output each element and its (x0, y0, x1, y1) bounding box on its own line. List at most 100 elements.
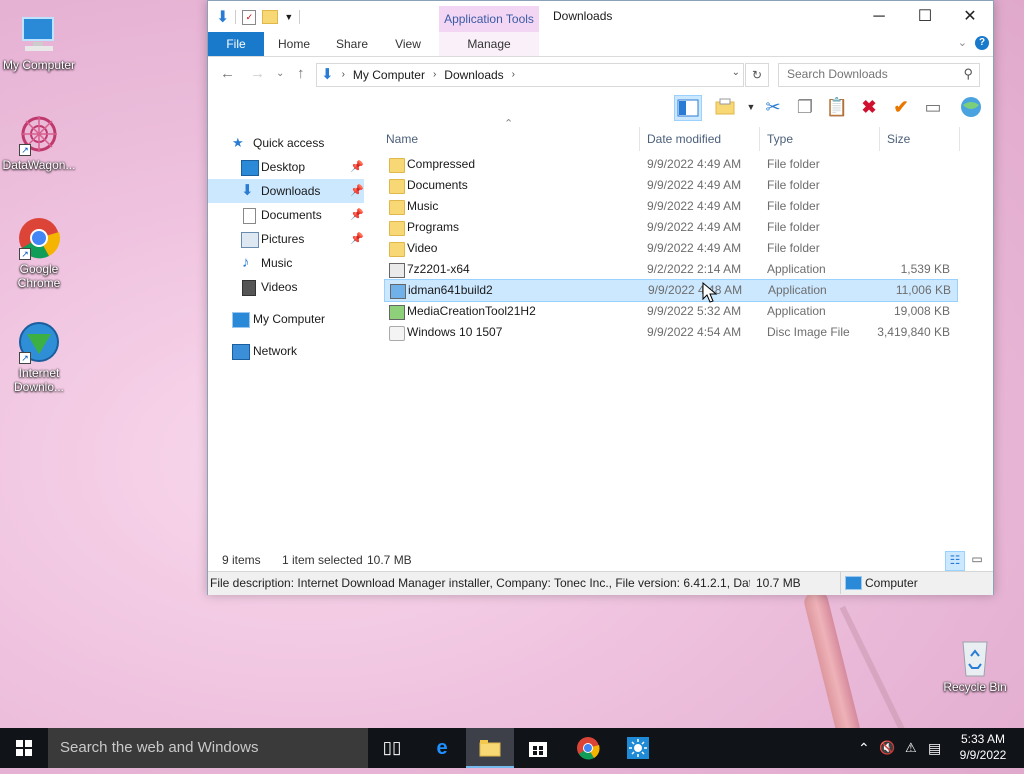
properties-icon[interactable]: ✓ (242, 9, 257, 25)
new-folder-icon[interactable] (262, 10, 279, 24)
file-date: 9/9/2022 4:49 AM (647, 241, 742, 255)
up-button[interactable]: ↑ (297, 65, 305, 82)
nav-network[interactable]: Network (208, 339, 364, 363)
breadcrumb-separator[interactable]: › (512, 64, 515, 86)
clock[interactable]: 5:33 AM 9/9/2022 (950, 731, 1016, 763)
folder-icon (389, 158, 405, 173)
select-icon[interactable]: ✔ (888, 95, 914, 119)
taskbar-search[interactable]: Search the web and Windows (48, 728, 368, 768)
nav-music[interactable]: ♪ Music (208, 251, 364, 275)
back-button[interactable]: ← (220, 65, 235, 82)
file-name: Compressed (407, 157, 476, 171)
divider (299, 10, 301, 24)
tab-file[interactable]: File (208, 32, 264, 56)
start-button[interactable] (0, 728, 48, 768)
large-icons-view-button[interactable]: ▭ (968, 551, 986, 569)
settings-app-icon[interactable] (614, 728, 662, 768)
paste-icon[interactable]: 📋 (824, 95, 850, 119)
tab-manage[interactable]: Manage (439, 32, 539, 56)
tab-share[interactable]: Share (328, 32, 376, 56)
column-size[interactable]: Size (887, 127, 910, 151)
file-row[interactable]: MediaCreationTool21H2 9/9/2022 5:32 AM A… (384, 301, 956, 322)
desktop-icon-my-computer[interactable]: My Computer (0, 12, 78, 72)
column-type[interactable]: Type (767, 127, 793, 151)
organize-icon[interactable] (712, 95, 738, 119)
column-divider[interactable] (959, 127, 960, 151)
breadcrumb-my-computer[interactable]: My Computer (353, 64, 425, 86)
column-date-modified[interactable]: Date modified (647, 127, 721, 151)
desktop-icon-recycle-bin[interactable]: Recycle Bin (936, 634, 1014, 694)
column-divider[interactable] (639, 127, 640, 151)
search-input[interactable] (779, 64, 965, 84)
file-row[interactable]: Documents 9/9/2022 4:49 AM File folder (384, 175, 956, 196)
close-button[interactable]: ✕ (947, 1, 993, 32)
pin-icon[interactable]: 📌 (350, 155, 364, 179)
help-icon[interactable]: ? (975, 36, 989, 50)
edge-icon[interactable]: e (418, 728, 466, 768)
minimize-button[interactable]: ─ (856, 1, 902, 32)
copy-icon[interactable]: ❐ (792, 95, 818, 119)
file-name: MediaCreationTool21H2 (407, 304, 536, 318)
show-hidden-icons[interactable]: ⌃ (858, 728, 870, 768)
file-row[interactable]: Video 9/9/2022 4:49 AM File folder (384, 238, 956, 259)
cut-icon[interactable]: ✂ (760, 95, 786, 119)
network-warning-icon[interactable]: ⚠ (905, 728, 917, 768)
file-row[interactable]: Programs 9/9/2022 4:49 AM File folder (384, 217, 956, 238)
nav-videos[interactable]: Videos (208, 275, 364, 299)
rename-icon[interactable]: ▭ (920, 95, 946, 119)
expand-ribbon-icon[interactable]: ⌄ (958, 36, 967, 49)
delete-icon[interactable]: ✖ (856, 95, 882, 119)
recent-locations-button[interactable]: ⌄ (276, 68, 284, 79)
globe-icon[interactable] (958, 95, 984, 119)
file-type: File folder (767, 157, 820, 171)
file-date: 9/2/2022 2:14 AM (647, 262, 742, 276)
divider (235, 10, 237, 24)
breadcrumb-separator[interactable]: › (342, 64, 345, 86)
forward-button[interactable]: → (250, 65, 265, 82)
nav-my-computer[interactable]: My Computer (208, 307, 364, 331)
preview-pane-icon[interactable] (674, 95, 702, 121)
address-bar[interactable]: ⬇ › My Computer › Downloads › ⌄ (316, 63, 744, 87)
file-row[interactable]: Compressed 9/9/2022 4:49 AM File folder (384, 154, 956, 175)
file-name: 7z2201-x64 (407, 262, 470, 276)
customize-qat-icon[interactable]: ▼ (284, 12, 293, 22)
selection-count: 1 item selected (282, 553, 363, 567)
column-name[interactable]: Name (386, 127, 418, 151)
file-row[interactable]: Windows 10 1507 9/9/2022 4:54 AM Disc Im… (384, 322, 956, 343)
pin-icon[interactable]: 📌 (350, 227, 364, 251)
file-row[interactable]: Music 9/9/2022 4:49 AM File folder (384, 196, 956, 217)
nav-quick-access[interactable]: ★ Quick access (208, 131, 364, 155)
desktop-icon-datawagon[interactable]: ↗ DataWagon... (0, 112, 78, 172)
task-view-icon[interactable]: ▯▯ (368, 728, 416, 768)
nav-downloads[interactable]: ⬇ Downloads 📌 (208, 179, 364, 203)
column-divider[interactable] (759, 127, 760, 151)
maximize-button[interactable]: ☐ (902, 1, 948, 32)
nav-desktop[interactable]: Desktop 📌 (208, 155, 364, 179)
tab-home[interactable]: Home (270, 32, 318, 56)
file-explorer-icon[interactable] (466, 728, 514, 768)
breadcrumb-downloads[interactable]: Downloads (444, 64, 503, 86)
store-icon[interactable] (514, 728, 562, 768)
address-dropdown-icon[interactable]: ⌄ (732, 67, 740, 78)
file-type: Application (767, 262, 826, 276)
desktop-icon-idm[interactable]: ↗ Internet Downlo... (0, 320, 78, 394)
pin-icon[interactable]: 📌 (350, 179, 364, 203)
breadcrumb-separator[interactable]: › (433, 64, 436, 86)
details-view-button[interactable]: ☷ (945, 551, 965, 571)
chrome-taskbar-icon[interactable] (564, 728, 612, 768)
refresh-button[interactable]: ↻ (745, 63, 769, 87)
pin-icon[interactable]: 📌 (350, 203, 364, 227)
volume-muted-icon[interactable]: 🔇 (879, 728, 895, 768)
desktop-icon-chrome[interactable]: ↗ Google Chrome (0, 216, 78, 290)
explorer-window: ⬇ ✓ ▼ Application Tools Downloads ─ ☐ ✕ … (207, 0, 994, 595)
file-row-selected[interactable]: idman641build2 9/9/2022 4:48 AM Applicat… (384, 279, 958, 302)
tab-view[interactable]: View (384, 32, 432, 56)
search-box[interactable]: ⚲ (778, 63, 980, 87)
file-row[interactable]: 7z2201-x64 9/2/2022 2:14 AM Application … (384, 259, 956, 280)
command-toolbar: ▼ ✂ ❐ 📋 ✖ ✔ ▭ (208, 91, 993, 123)
nav-documents[interactable]: Documents 📌 (208, 203, 364, 227)
column-divider[interactable] (879, 127, 880, 151)
disc-image-icon (389, 326, 405, 341)
action-center-icon[interactable]: ▤ (928, 728, 941, 768)
nav-pictures[interactable]: Pictures 📌 (208, 227, 364, 251)
